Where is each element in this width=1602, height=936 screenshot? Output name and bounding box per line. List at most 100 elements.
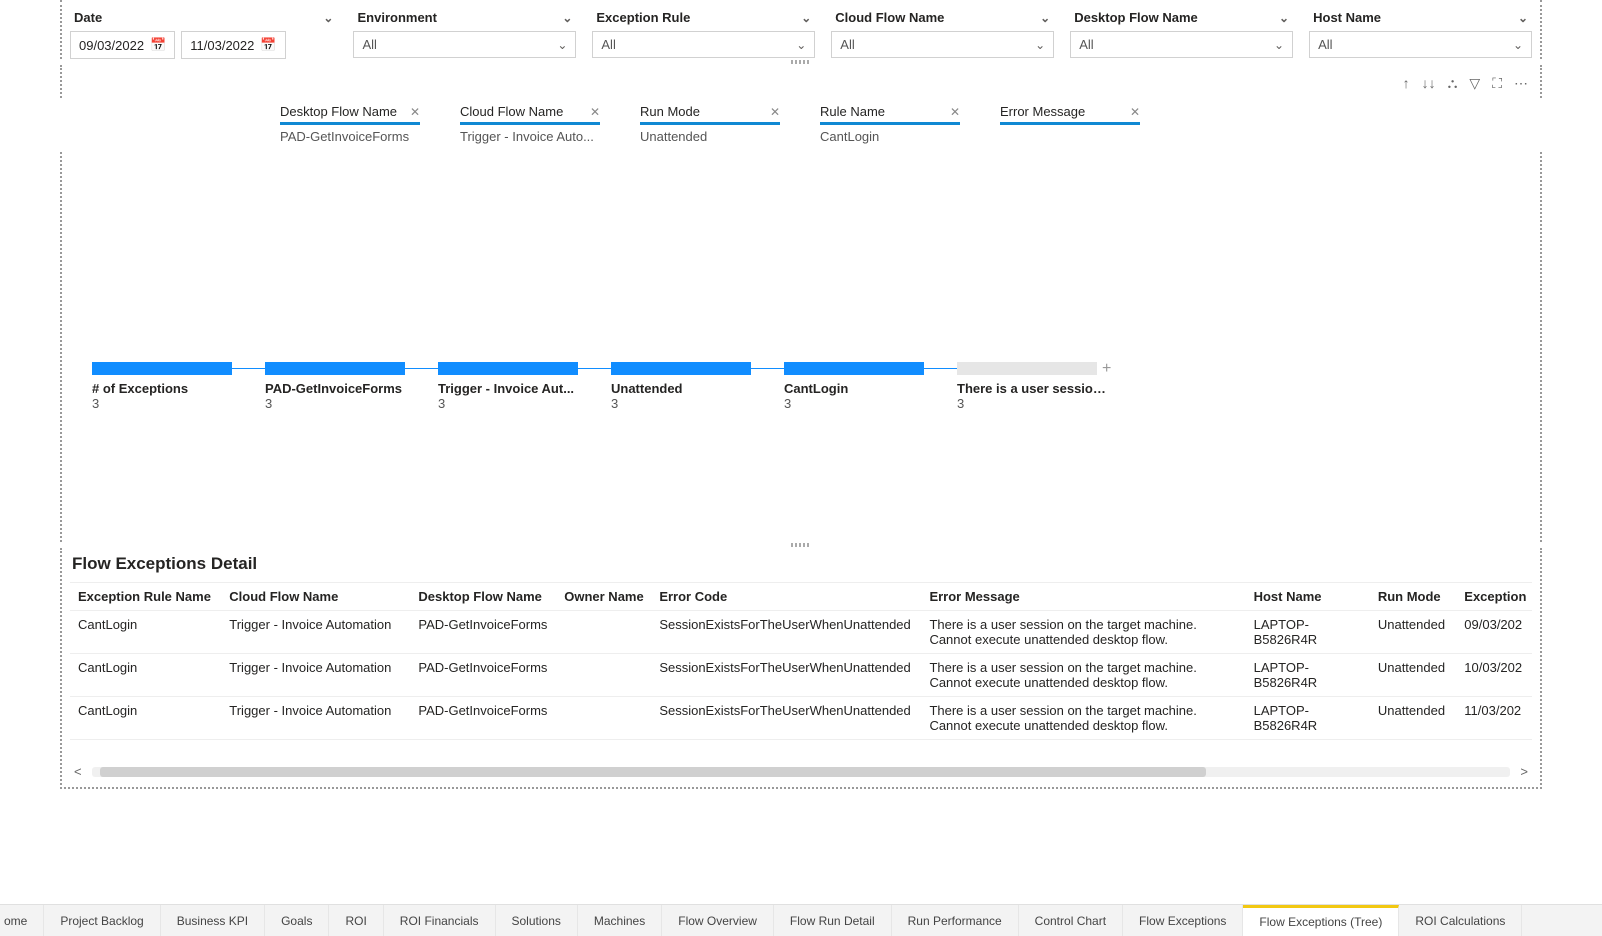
filter-desktop-flow-header[interactable]: Desktop Flow Name ⌄ bbox=[1070, 8, 1293, 31]
tab-run-performance[interactable]: Run Performance bbox=[892, 905, 1019, 936]
filter-exception-rule-dropdown[interactable]: All ⌄ bbox=[592, 31, 815, 58]
filter-environment-header[interactable]: Environment ⌄ bbox=[353, 8, 576, 31]
column-header[interactable]: Exception Rule Name bbox=[70, 583, 221, 611]
column-header[interactable]: Desktop Flow Name bbox=[410, 583, 556, 611]
filter-desktop-flow-dropdown[interactable]: All ⌄ bbox=[1070, 31, 1293, 58]
table-cell bbox=[556, 611, 651, 654]
table-cell: There is a user session on the target ma… bbox=[921, 611, 1245, 654]
tab-solutions[interactable]: Solutions bbox=[496, 905, 578, 936]
date-to-input[interactable]: 11/03/2022 📅 bbox=[181, 31, 285, 59]
tree-node-label: PAD-GetInvoiceForms bbox=[265, 381, 420, 396]
calendar-icon: 📅 bbox=[150, 37, 166, 53]
more-options-icon[interactable]: ⋯ bbox=[1514, 75, 1528, 92]
tab-machines[interactable]: Machines bbox=[578, 905, 662, 936]
close-icon[interactable]: ✕ bbox=[410, 105, 420, 119]
crumb-label-text: Error Message bbox=[1000, 104, 1085, 119]
scroll-left-icon[interactable]: < bbox=[70, 764, 86, 779]
crumb-desktop-flow: Desktop Flow Name ✕ PAD-GetInvoiceForms bbox=[280, 104, 420, 144]
close-icon[interactable]: ✕ bbox=[1130, 105, 1140, 119]
chevron-down-icon: ⌄ bbox=[801, 11, 811, 25]
filter-date: Date ⌄ 09/03/2022 📅 11/03/2022 📅 bbox=[62, 8, 345, 59]
crumb-rule-name-chip[interactable]: Rule Name ✕ bbox=[820, 104, 960, 125]
tab-roi[interactable]: ROI bbox=[329, 905, 383, 936]
column-header[interactable]: Exception bbox=[1456, 583, 1532, 611]
table-cell: LAPTOP-B5826R4R bbox=[1246, 697, 1370, 740]
crumb-run-mode-chip[interactable]: Run Mode ✕ bbox=[640, 104, 780, 125]
drill-down-icon[interactable]: ↓↓ bbox=[1422, 75, 1436, 92]
column-header[interactable]: Error Code bbox=[651, 583, 921, 611]
filter-exception-rule-header[interactable]: Exception Rule ⌄ bbox=[592, 8, 815, 31]
chevron-down-icon: ⌄ bbox=[562, 11, 572, 25]
table-cell: SessionExistsForTheUserWhenUnattended bbox=[651, 611, 921, 654]
column-header[interactable]: Host Name bbox=[1246, 583, 1370, 611]
date-from-input[interactable]: 09/03/2022 📅 bbox=[70, 31, 175, 59]
crumb-cloud-flow-chip[interactable]: Cloud Flow Name ✕ bbox=[460, 104, 600, 125]
filter-host-name-label: Host Name bbox=[1313, 10, 1381, 25]
tree-node-bar bbox=[784, 362, 924, 375]
tab-flow-exceptions-tree-[interactable]: Flow Exceptions (Tree) bbox=[1243, 905, 1399, 936]
close-icon[interactable]: ✕ bbox=[950, 105, 960, 119]
close-icon[interactable]: ✕ bbox=[590, 105, 600, 119]
crumb-run-mode: Run Mode ✕ Unattended bbox=[640, 104, 780, 144]
tab-flow-exceptions[interactable]: Flow Exceptions bbox=[1123, 905, 1243, 936]
column-header[interactable]: Cloud Flow Name bbox=[221, 583, 410, 611]
crumb-rule-name: Rule Name ✕ CantLogin bbox=[820, 104, 960, 144]
tab-roi-calculations[interactable]: ROI Calculations bbox=[1399, 905, 1522, 936]
tree-node[interactable]: PAD-GetInvoiceForms3 bbox=[265, 362, 438, 411]
tree-node[interactable]: Trigger - Invoice Aut...3 bbox=[438, 362, 611, 411]
scroll-thumb[interactable] bbox=[100, 767, 1207, 777]
tree-node[interactable]: Unattended3 bbox=[611, 362, 784, 411]
scroll-track[interactable] bbox=[92, 767, 1511, 777]
crumb-label-text: Rule Name bbox=[820, 104, 885, 119]
filter-cloud-flow: Cloud Flow Name ⌄ All ⌄ bbox=[823, 8, 1062, 59]
tab-flow-overview[interactable]: Flow Overview bbox=[662, 905, 774, 936]
scroll-right-icon[interactable]: > bbox=[1516, 764, 1532, 779]
filter-environment-dropdown[interactable]: All ⌄ bbox=[353, 31, 576, 58]
crumb-cloud-flow: Cloud Flow Name ✕ Trigger - Invoice Auto… bbox=[460, 104, 600, 144]
tree-node-bar bbox=[438, 362, 578, 375]
table-row[interactable]: CantLoginTrigger - Invoice AutomationPAD… bbox=[70, 697, 1532, 740]
date-to-value: 11/03/2022 bbox=[190, 38, 254, 53]
column-header[interactable]: Owner Name bbox=[556, 583, 651, 611]
crumb-error-message-chip[interactable]: Error Message ✕ bbox=[1000, 104, 1140, 125]
chevron-down-icon: ⌄ bbox=[1518, 11, 1528, 25]
crumb-desktop-flow-chip[interactable]: Desktop Flow Name ✕ bbox=[280, 104, 420, 125]
drill-up-icon[interactable]: ↑ bbox=[1403, 75, 1410, 92]
horizontal-scrollbar[interactable]: < > bbox=[70, 764, 1532, 779]
hierarchy-icon[interactable]: ⛬ bbox=[1448, 75, 1458, 92]
tree-node-count: 3 bbox=[92, 396, 265, 411]
tab-flow-run-detail[interactable]: Flow Run Detail bbox=[774, 905, 892, 936]
filter-host-name-header[interactable]: Host Name ⌄ bbox=[1309, 8, 1532, 31]
table-cell: CantLogin bbox=[70, 697, 221, 740]
tree-node[interactable]: CantLogin3 bbox=[784, 362, 957, 411]
table-cell: Trigger - Invoice Automation bbox=[221, 611, 410, 654]
filter-desktop-flow: Desktop Flow Name ⌄ All ⌄ bbox=[1062, 8, 1301, 59]
tab-business-kpi[interactable]: Business KPI bbox=[161, 905, 265, 936]
detail-title: Flow Exceptions Detail bbox=[70, 552, 1532, 582]
tab-project-backlog[interactable]: Project Backlog bbox=[44, 905, 160, 936]
column-header[interactable]: Error Message bbox=[921, 583, 1245, 611]
tree-node[interactable]: # of Exceptions3 bbox=[92, 362, 265, 411]
filter-date-header[interactable]: Date ⌄ bbox=[70, 8, 337, 31]
tree-node-label: CantLogin bbox=[784, 381, 939, 396]
tree-node-count: 3 bbox=[784, 396, 957, 411]
filter-icon[interactable]: ▽ bbox=[1469, 75, 1480, 92]
crumb-label-text: Desktop Flow Name bbox=[280, 104, 397, 119]
tab-goals[interactable]: Goals bbox=[265, 905, 329, 936]
focus-mode-icon[interactable]: ⛶ bbox=[1492, 75, 1502, 92]
tab-partial[interactable]: ome bbox=[0, 905, 44, 936]
filter-host-name-dropdown[interactable]: All ⌄ bbox=[1309, 31, 1532, 58]
filter-cloud-flow-header[interactable]: Cloud Flow Name ⌄ bbox=[831, 8, 1054, 31]
table-cell: CantLogin bbox=[70, 654, 221, 697]
table-cell: Trigger - Invoice Automation bbox=[221, 654, 410, 697]
tab-roi-financials[interactable]: ROI Financials bbox=[384, 905, 496, 936]
crumb-value: Unattended bbox=[640, 129, 780, 144]
tab-control-chart[interactable]: Control Chart bbox=[1019, 905, 1123, 936]
table-row[interactable]: CantLoginTrigger - Invoice AutomationPAD… bbox=[70, 654, 1532, 697]
filter-cloud-flow-dropdown[interactable]: All ⌄ bbox=[831, 31, 1054, 58]
add-level-icon[interactable]: + bbox=[1102, 360, 1111, 378]
table-row[interactable]: CantLoginTrigger - Invoice AutomationPAD… bbox=[70, 611, 1532, 654]
close-icon[interactable]: ✕ bbox=[770, 105, 780, 119]
filter-date-label: Date bbox=[74, 10, 102, 25]
column-header[interactable]: Run Mode bbox=[1370, 583, 1456, 611]
